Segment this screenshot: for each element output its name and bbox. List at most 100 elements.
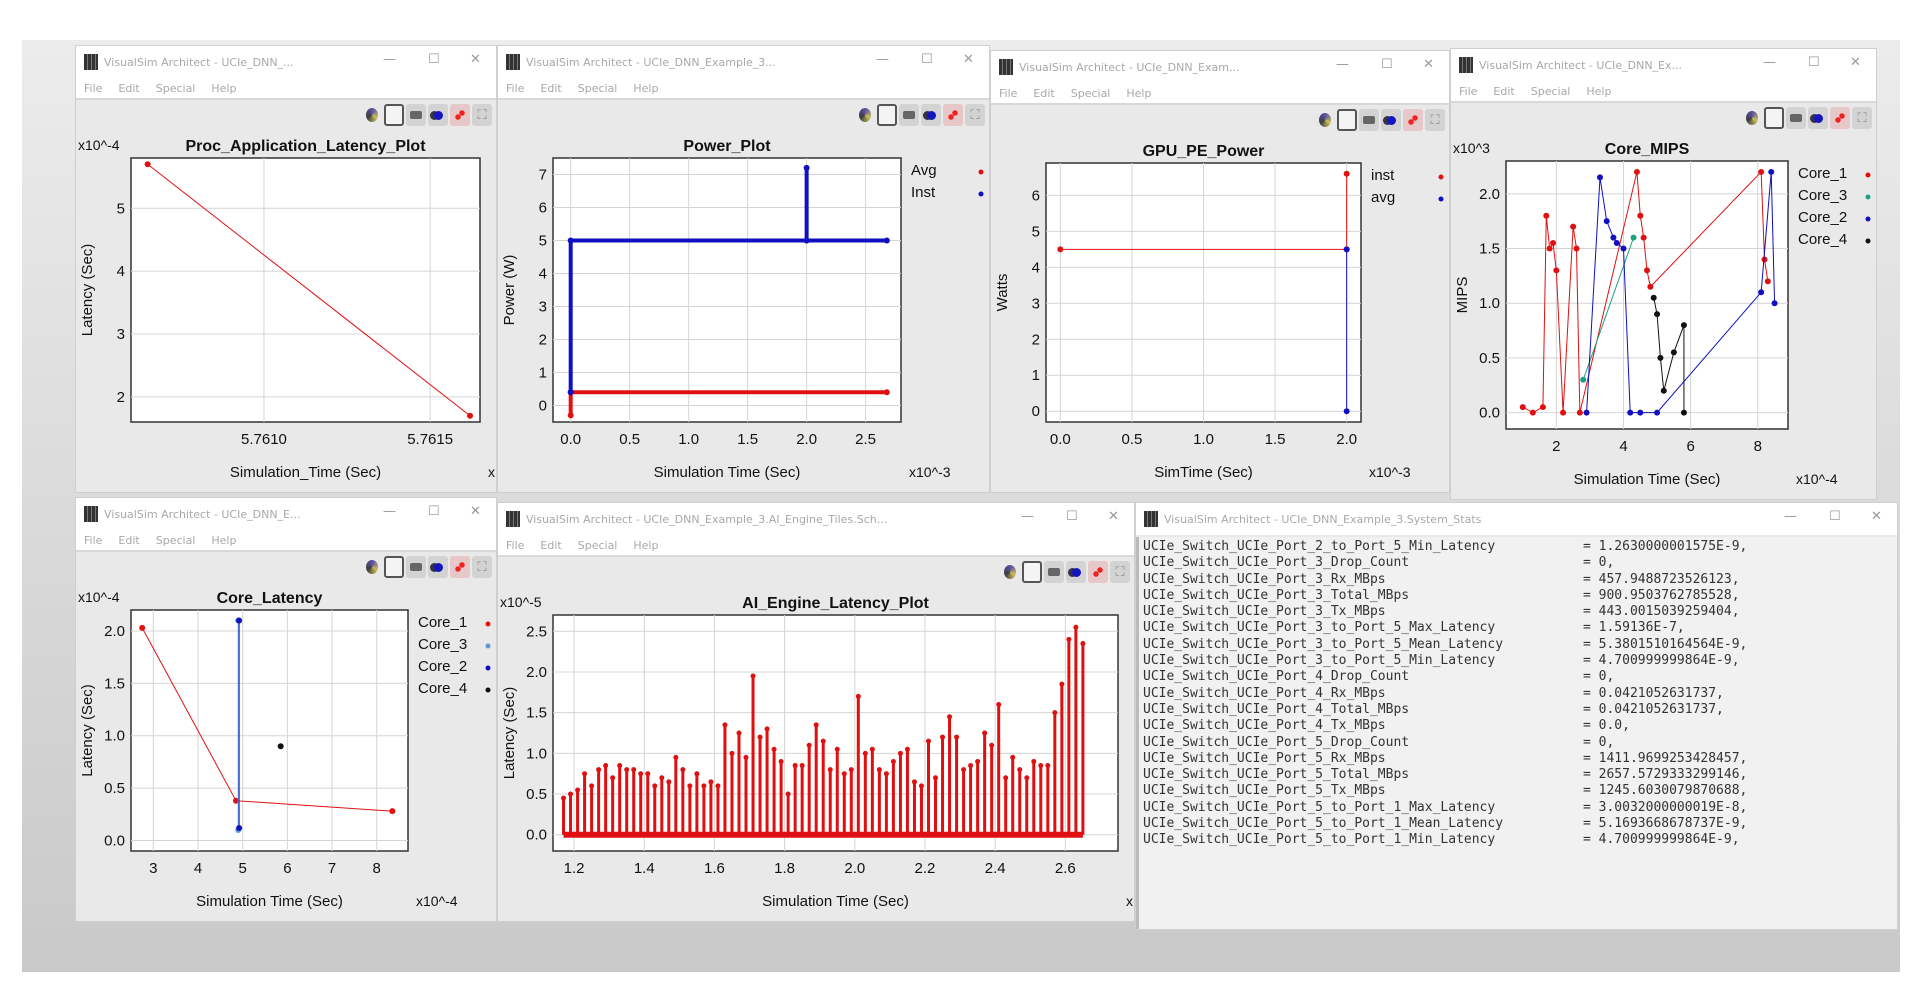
close-button[interactable]: ✕ bbox=[1108, 509, 1119, 524]
data-point bbox=[1680, 409, 1687, 416]
maximize-button[interactable]: ☐ bbox=[1808, 55, 1820, 70]
maximize-button[interactable]: ☐ bbox=[428, 504, 440, 519]
minimize-button[interactable]: — bbox=[1336, 57, 1349, 72]
title-bar[interactable]: VisualSim Architect - UCIe_DNN_Ex... — ☐ ✕ bbox=[1451, 49, 1876, 81]
close-button[interactable]: ✕ bbox=[1850, 55, 1861, 70]
menu-edit[interactable]: Edit bbox=[1033, 87, 1054, 100]
data-point bbox=[862, 750, 868, 756]
close-button[interactable]: ✕ bbox=[1871, 509, 1882, 524]
fill-icon[interactable] bbox=[1381, 109, 1401, 131]
fill-icon[interactable] bbox=[1808, 107, 1828, 129]
menu-help[interactable]: Help bbox=[633, 539, 658, 552]
title-bar[interactable]: VisualSim Architect - UCIe_DNN_E... — ☐ ✕ bbox=[76, 498, 496, 530]
fit-icon[interactable] bbox=[1110, 561, 1130, 583]
y-axis-label: Latency (Sec) bbox=[79, 684, 96, 777]
chart-power: Power_Plot 0.0 0.5 1.0 1.5 2.0 2.5 0 1 2 3 4 5 6 7 Simu… bbox=[501, 138, 984, 481]
fit-icon[interactable] bbox=[472, 104, 492, 126]
maximize-button[interactable]: ☐ bbox=[1066, 509, 1078, 524]
points-icon[interactable] bbox=[1830, 107, 1850, 129]
menu-special[interactable]: Special bbox=[578, 82, 618, 95]
save-icon[interactable] bbox=[1022, 561, 1042, 583]
data-point bbox=[1003, 775, 1009, 781]
maximize-button[interactable]: ☐ bbox=[1381, 57, 1393, 72]
menu-file[interactable]: File bbox=[999, 87, 1017, 100]
stat-row: UCIe_Switch_UCIe_Port_3_Total_MBps = 900.… bbox=[1143, 588, 1893, 604]
minimize-button[interactable]: — bbox=[1763, 55, 1776, 70]
title-bar[interactable]: VisualSim Architect - UCIe_DNN_... — ☐ ✕ bbox=[76, 46, 496, 78]
x-scale-label: x10^-3 bbox=[909, 464, 951, 480]
fill-icon[interactable] bbox=[1066, 561, 1086, 583]
maximize-button[interactable]: ☐ bbox=[1829, 509, 1841, 524]
menu-file[interactable]: File bbox=[84, 534, 102, 547]
print-icon[interactable] bbox=[406, 556, 426, 578]
title-bar[interactable]: VisualSim Architect - UCIe_DNN_Exam... — ☐… bbox=[991, 51, 1449, 83]
minimize-button[interactable]: — bbox=[383, 504, 396, 519]
print-icon[interactable] bbox=[406, 104, 426, 126]
data-point bbox=[1550, 240, 1556, 247]
close-button[interactable]: ✕ bbox=[470, 52, 481, 67]
fit-icon[interactable] bbox=[1852, 107, 1872, 129]
menu-file[interactable]: File bbox=[84, 82, 102, 95]
save-icon[interactable] bbox=[1764, 107, 1784, 129]
points-icon[interactable] bbox=[1403, 109, 1423, 131]
title-bar[interactable]: VisualSim Architect - UCIe_DNN_Example_3… bbox=[498, 503, 1134, 535]
menu-file[interactable]: File bbox=[506, 82, 524, 95]
minimize-button[interactable]: — bbox=[1784, 509, 1797, 524]
close-button[interactable]: ✕ bbox=[1423, 57, 1434, 72]
save-icon[interactable] bbox=[384, 556, 404, 578]
menu-special[interactable]: Special bbox=[156, 82, 196, 95]
menu-help[interactable]: Help bbox=[211, 534, 236, 547]
menu-help[interactable]: Help bbox=[633, 82, 658, 95]
print-icon[interactable] bbox=[1786, 107, 1806, 129]
points-icon[interactable] bbox=[1088, 561, 1108, 583]
menu-special[interactable]: Special bbox=[578, 539, 618, 552]
globe-icon[interactable] bbox=[1000, 561, 1020, 583]
maximize-button[interactable]: ☐ bbox=[921, 52, 933, 67]
fill-icon[interactable] bbox=[428, 104, 448, 126]
menu-file[interactable]: File bbox=[506, 539, 524, 552]
menu-help[interactable]: Help bbox=[1126, 87, 1151, 100]
menu-help[interactable]: Help bbox=[211, 82, 236, 95]
fit-icon[interactable] bbox=[965, 104, 985, 126]
fit-icon[interactable] bbox=[472, 556, 492, 578]
save-icon[interactable] bbox=[384, 104, 404, 126]
minimize-button[interactable]: — bbox=[383, 52, 396, 67]
points-icon[interactable] bbox=[450, 556, 470, 578]
menu-edit[interactable]: Edit bbox=[118, 82, 139, 95]
save-icon[interactable] bbox=[1337, 109, 1357, 131]
title-bar[interactable]: VisualSim Architect - UCIe_DNN_Example_3… bbox=[1136, 503, 1897, 535]
print-icon[interactable] bbox=[899, 104, 919, 126]
minimize-button[interactable]: — bbox=[1021, 509, 1034, 524]
menu-special[interactable]: Special bbox=[1531, 85, 1571, 98]
globe-icon[interactable] bbox=[362, 556, 382, 578]
menu-edit[interactable]: Edit bbox=[118, 534, 139, 547]
fill-icon[interactable] bbox=[428, 556, 448, 578]
points-icon[interactable] bbox=[450, 104, 470, 126]
globe-icon[interactable] bbox=[1742, 107, 1762, 129]
menu-edit[interactable]: Edit bbox=[1493, 85, 1514, 98]
fill-icon[interactable] bbox=[921, 104, 941, 126]
fit-icon[interactable] bbox=[1425, 109, 1445, 131]
menu-special[interactable]: Special bbox=[156, 534, 196, 547]
title-bar[interactable]: VisualSim Architect - UCIe_DNN_Example_3… bbox=[498, 46, 989, 78]
window-w1: VisualSim Architect - UCIe_DNN_... — ☐ ✕ Fil… bbox=[75, 45, 497, 493]
data-point bbox=[1519, 404, 1526, 411]
minimize-button[interactable]: — bbox=[876, 52, 889, 67]
menu-edit[interactable]: Edit bbox=[540, 82, 561, 95]
globe-icon[interactable] bbox=[855, 104, 875, 126]
menu-edit[interactable]: Edit bbox=[540, 539, 561, 552]
points-icon[interactable] bbox=[943, 104, 963, 126]
close-button[interactable]: ✕ bbox=[963, 52, 974, 67]
print-icon[interactable] bbox=[1359, 109, 1379, 131]
app-icon bbox=[84, 506, 98, 522]
menu-help[interactable]: Help bbox=[1586, 85, 1611, 98]
maximize-button[interactable]: ☐ bbox=[428, 52, 440, 67]
globe-icon[interactable] bbox=[362, 104, 382, 126]
menu-file[interactable]: File bbox=[1459, 85, 1477, 98]
save-icon[interactable] bbox=[877, 104, 897, 126]
globe-icon[interactable] bbox=[1315, 109, 1335, 131]
data-point bbox=[1620, 245, 1627, 252]
print-icon[interactable] bbox=[1044, 561, 1064, 583]
close-button[interactable]: ✕ bbox=[470, 504, 481, 519]
menu-special[interactable]: Special bbox=[1071, 87, 1111, 100]
